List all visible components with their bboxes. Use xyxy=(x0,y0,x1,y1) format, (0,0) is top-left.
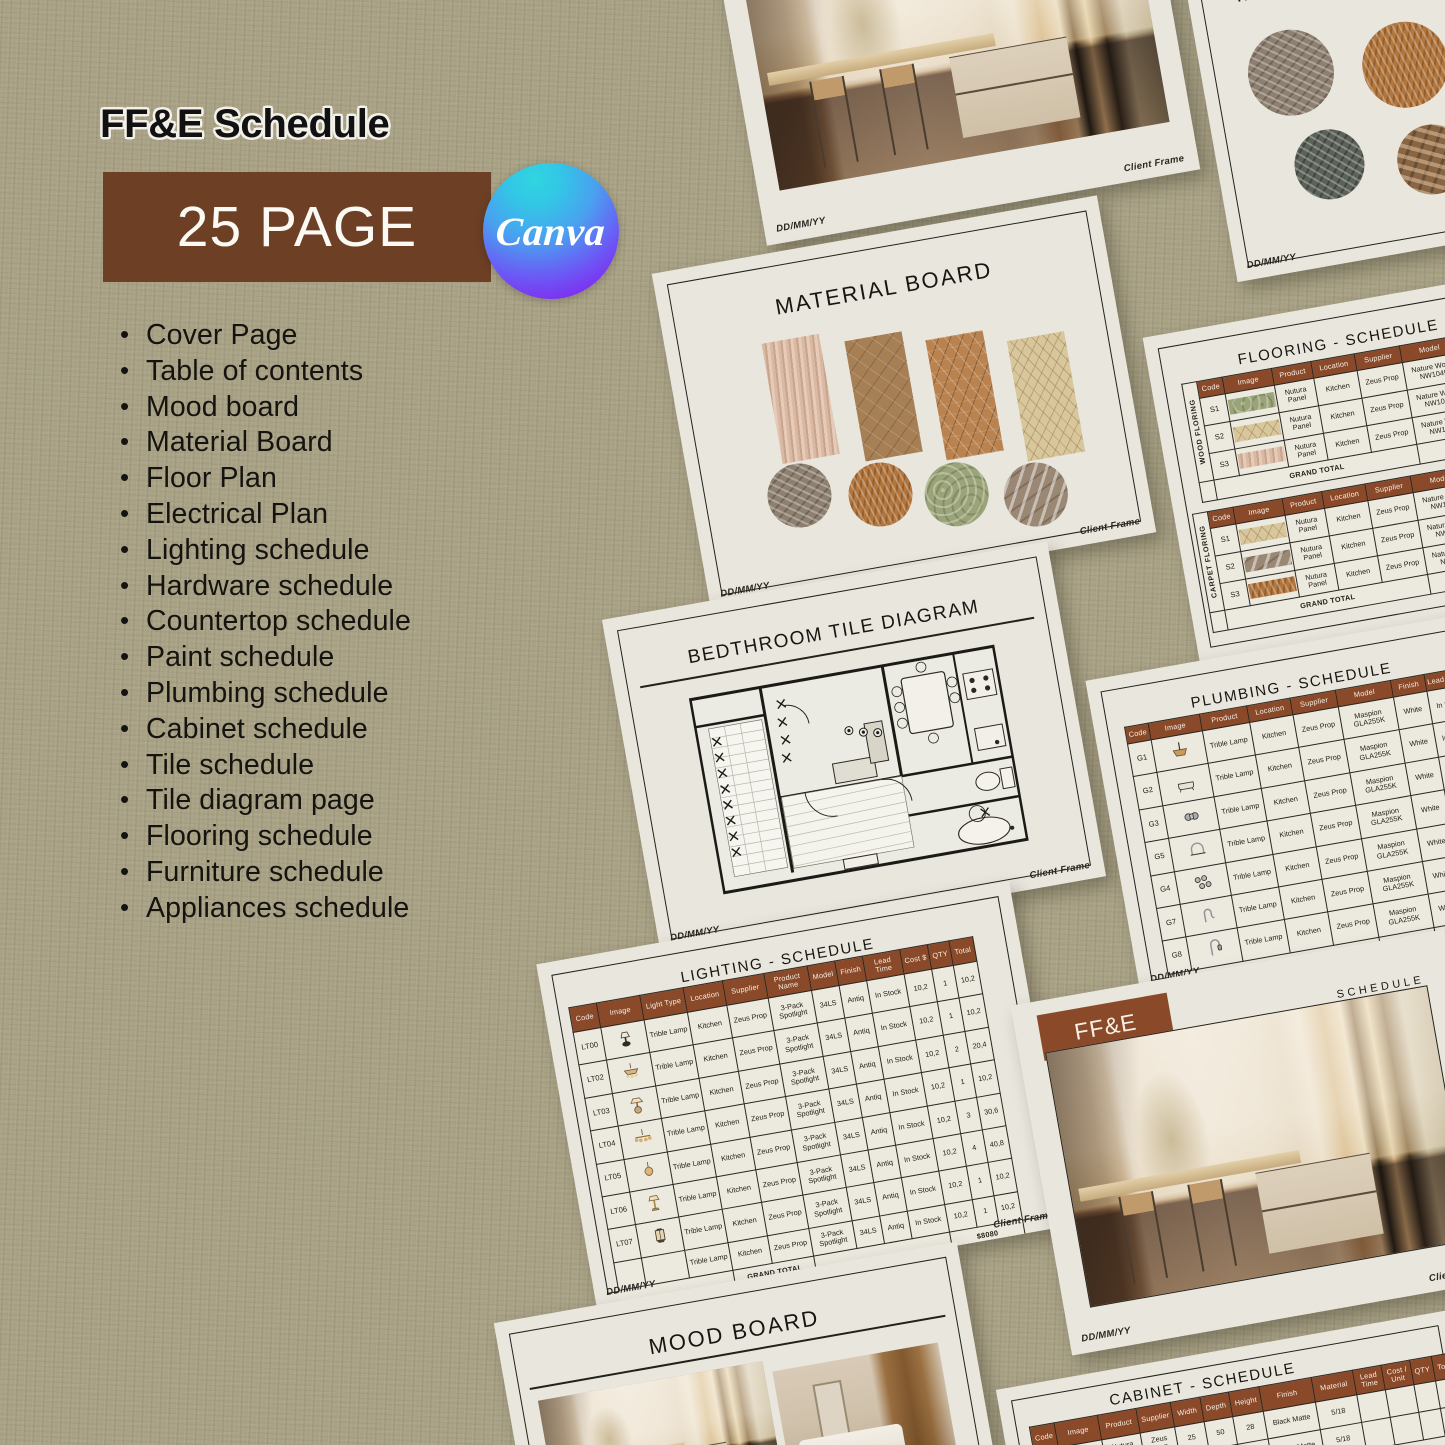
kitchen-scene-art xyxy=(735,0,1170,191)
list-item: Plumbing schedule xyxy=(120,675,411,712)
list-item: Flooring schedule xyxy=(120,818,411,855)
date-stamp: DD/MM/YY xyxy=(775,215,827,235)
list-item: Appliances schedule xyxy=(120,890,411,927)
list-item: Countertop schedule xyxy=(120,603,411,640)
date-stamp: DD/MM/YY xyxy=(1080,1325,1132,1345)
page-title: FF&E Schedule xyxy=(100,102,390,146)
bridge-faucet-icon xyxy=(1190,842,1206,857)
list-item: Material Board xyxy=(120,424,411,461)
herringbone-beige-swatch xyxy=(1238,521,1288,545)
fittings-icon xyxy=(1194,874,1211,889)
list-item: Furniture schedule xyxy=(120,854,411,891)
list-item: Table of contents xyxy=(120,353,411,390)
bathtub-icon xyxy=(1177,781,1194,793)
cell-total: 30,6 xyxy=(976,1092,1006,1130)
contents-list: Cover Page Table of contents Mood board … xyxy=(120,317,411,927)
list-item: Cover Page xyxy=(120,317,411,354)
woven-tan-swatch xyxy=(1243,549,1293,573)
list-item: Floor Plan xyxy=(120,460,411,497)
left-info-panel: FF&E Schedule 25 PAGE Canva Cover Page T… xyxy=(0,0,660,1445)
vessel-sink-icon xyxy=(1172,742,1187,757)
cell-cost-unit xyxy=(1390,1412,1424,1445)
cell-total: 10,2 xyxy=(953,961,983,999)
pull-down-faucet-icon xyxy=(1209,939,1222,957)
list-item: Mood board xyxy=(120,389,411,426)
cell-total: 10,2 xyxy=(988,1158,1018,1196)
list-item: Hardware schedule xyxy=(120,568,411,605)
cell-total: 40,8 xyxy=(982,1125,1012,1163)
list-item: Electrical Plan xyxy=(120,496,411,533)
list-item: Paint schedule xyxy=(120,639,411,676)
sand-swatch xyxy=(1237,446,1287,470)
cell-total: 10,2 xyxy=(970,1059,1001,1097)
list-item: Tile schedule xyxy=(120,747,411,784)
shower-valve-icon xyxy=(1184,812,1199,821)
page-count-banner: 25 PAGE xyxy=(103,172,491,282)
list-item: Tile diagram page xyxy=(120,782,411,819)
cell-total: 10,2 xyxy=(959,994,989,1032)
kitchen-photo xyxy=(735,0,1170,191)
gooseneck-icon xyxy=(1203,908,1215,923)
speckled-stone-swatch xyxy=(1232,419,1282,443)
canva-logo-label: Canva xyxy=(494,208,608,254)
cell-finish: White xyxy=(1410,789,1445,829)
page-count-label: 25 PAGE xyxy=(176,195,418,259)
cell-finish: White xyxy=(1416,822,1445,862)
card-ffe-cover[interactable]: FF&E SCHEDULE DD/MM/YY Client Frame xyxy=(1010,929,1445,1356)
canva-badge: Canva xyxy=(483,163,619,299)
client-stamp: Client Frame xyxy=(1122,153,1186,175)
chevron-wood-swatch xyxy=(1248,576,1297,600)
list-item: Cabinet schedule xyxy=(120,711,411,748)
list-item: Lighting schedule xyxy=(120,532,411,569)
green-stone-swatch xyxy=(1227,391,1277,415)
cell-total: 20,4 xyxy=(964,1027,995,1065)
client-stamp: Client Frame xyxy=(1428,1263,1445,1285)
